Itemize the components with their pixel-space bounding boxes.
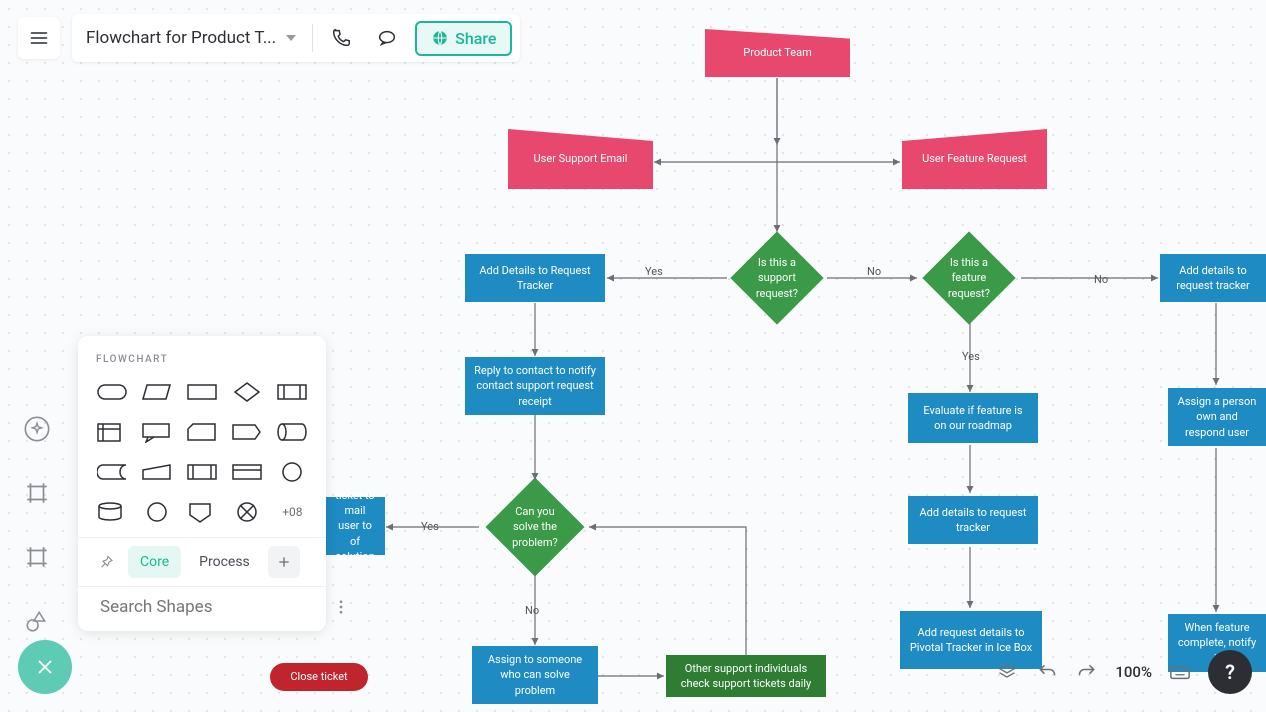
shape-cylinder-h[interactable]: [275, 419, 310, 445]
shape-tag[interactable]: [230, 419, 265, 445]
hamburger-icon: [29, 28, 49, 48]
redo-icon: [1077, 662, 1097, 682]
edge-label: No: [1094, 273, 1108, 286]
shapes-icon: [24, 608, 50, 634]
divider: [312, 24, 313, 52]
globe-icon: [431, 29, 449, 47]
add-tab-button[interactable]: [268, 546, 300, 578]
panel-heading: FLOWCHART: [78, 336, 326, 375]
main-menu-button[interactable]: [18, 17, 60, 59]
rail-ai-button[interactable]: [18, 410, 56, 448]
document-title[interactable]: Flowchart for Product T...: [86, 28, 276, 48]
shape-summing[interactable]: [230, 499, 265, 525]
chat-icon: [376, 27, 398, 49]
title-dropdown-icon[interactable]: [286, 35, 296, 41]
shape-internal-storage[interactable]: [94, 419, 129, 445]
keyboard-button[interactable]: [1168, 660, 1192, 684]
more-shapes-count[interactable]: +08: [275, 499, 310, 525]
close-icon: [34, 656, 56, 678]
undo-button[interactable]: [1035, 660, 1059, 684]
share-button[interactable]: Share: [415, 21, 512, 56]
shape-subprocess[interactable]: [184, 459, 219, 485]
shape-stored-data[interactable]: [94, 459, 129, 485]
edge-label: Yes: [421, 520, 439, 533]
share-label: Share: [455, 29, 496, 48]
shape-diamond[interactable]: [230, 379, 265, 405]
pin-icon: [97, 553, 115, 571]
dots-vertical-icon: [332, 598, 350, 616]
shapes-panel: FLOWCHART +08 Core Process: [78, 336, 326, 631]
layers-button[interactable]: [995, 660, 1019, 684]
shape-predefined[interactable]: [275, 379, 310, 405]
shape-card[interactable]: [184, 419, 219, 445]
chat-button[interactable]: [369, 20, 405, 56]
shape-offpage[interactable]: [184, 499, 219, 525]
rail-frame-button[interactable]: [18, 474, 56, 512]
plus-icon: [276, 554, 292, 570]
shape-search-input[interactable]: [100, 597, 322, 617]
phone-icon: [330, 27, 352, 49]
edge-label: Yes: [962, 350, 980, 363]
edge-label: No: [525, 604, 539, 617]
shape-circle[interactable]: [275, 459, 310, 485]
keyboard-icon: [1169, 661, 1191, 683]
layers-icon: [997, 662, 1017, 682]
panel-more-button[interactable]: [332, 595, 350, 619]
shape-manual-input[interactable]: [139, 459, 174, 485]
edge-label: Yes: [645, 265, 663, 278]
sparkle-icon: [23, 415, 51, 443]
redo-button[interactable]: [1075, 660, 1099, 684]
shape-browser[interactable]: [230, 459, 265, 485]
call-button[interactable]: [323, 20, 359, 56]
rail-frame2-button[interactable]: [18, 538, 56, 576]
shape-rectangle[interactable]: [184, 379, 219, 405]
pin-button[interactable]: [90, 546, 122, 578]
help-button[interactable]: ?: [1208, 650, 1252, 694]
frame-icon: [24, 480, 50, 506]
frame-icon: [24, 544, 50, 570]
shape-cylinder-v[interactable]: [94, 499, 129, 525]
shape-callout[interactable]: [139, 419, 174, 445]
undo-icon: [1037, 662, 1057, 682]
tab-core[interactable]: Core: [128, 546, 181, 578]
edge-label: No: [867, 265, 881, 278]
close-panel-fab[interactable]: [18, 640, 72, 694]
tab-process[interactable]: Process: [187, 546, 262, 578]
rail-shapes-button[interactable]: [18, 602, 56, 640]
shape-parallelogram[interactable]: [139, 379, 174, 405]
zoom-level[interactable]: 100%: [1115, 663, 1152, 681]
shape-terminator[interactable]: [94, 379, 129, 405]
shape-circle2[interactable]: [139, 499, 174, 525]
